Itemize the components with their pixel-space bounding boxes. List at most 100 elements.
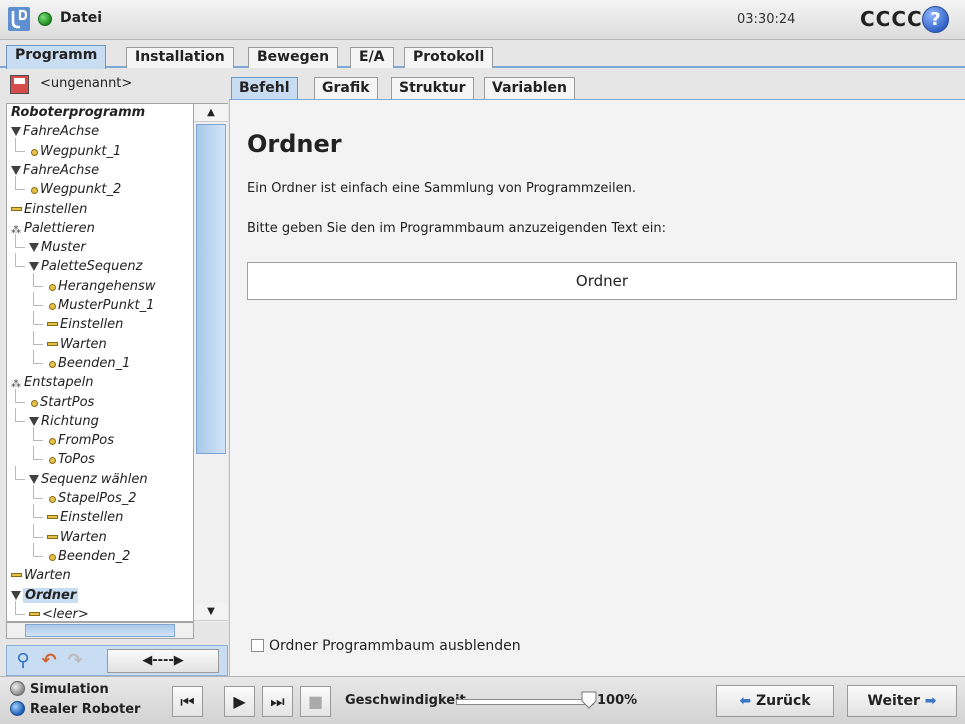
skip-back-icon: ⏮ <box>180 692 195 711</box>
sub-tab-bar: Befehl Grafik Struktur Variablen <box>229 76 965 101</box>
waypoint-icon <box>31 400 38 407</box>
clock: 03:30:24 <box>737 12 796 27</box>
speed-slider[interactable] <box>456 699 594 705</box>
scrollbar-thumb[interactable] <box>196 124 226 454</box>
pallet-icon: ⁂ <box>11 225 21 236</box>
scroll-up-icon[interactable]: ▲ <box>194 104 228 122</box>
move-node-button[interactable]: ◀----▶ <box>107 649 219 673</box>
speed-slider-handle[interactable] <box>581 691 597 709</box>
tree-node-label: Wegpunkt_1 <box>40 144 122 159</box>
tab-ea[interactable]: E/A <box>350 47 394 68</box>
undo-icon[interactable]: ↶ <box>37 649 61 673</box>
step-forward-button[interactable]: ⏭ <box>262 686 293 717</box>
tree-node-label: Wegpunkt_2 <box>40 182 122 197</box>
tree-node[interactable]: Wegpunkt_1 <box>15 138 122 161</box>
play-icon: ▶ <box>233 692 246 711</box>
hide-folder-checkbox[interactable]: Ordner Programmbaum ausblenden <box>251 638 521 654</box>
triangle-icon <box>29 262 39 271</box>
tree-connector <box>33 350 43 364</box>
tree-node[interactable]: Warten <box>33 524 107 547</box>
real-robot-radio[interactable]: Realer Roboter <box>10 701 140 717</box>
tree-node[interactable]: Warten <box>11 566 71 585</box>
search-icon[interactable]: ⚲ <box>11 649 35 673</box>
tree-node[interactable]: Wegpunkt_2 <box>15 176 122 199</box>
simulation-radio[interactable]: Simulation <box>10 681 109 697</box>
tree-node[interactable]: Herangehensw <box>33 273 155 296</box>
checkbox-label: Ordner Programmbaum ausblenden <box>269 638 521 654</box>
bar-icon <box>11 573 22 577</box>
tree-node[interactable]: FromPos <box>33 427 114 450</box>
tree-horizontal-scrollbar[interactable] <box>6 622 194 639</box>
tree-connector <box>33 485 43 499</box>
main-tab-bar: Programm Installation Bewegen E/A Protok… <box>0 41 965 69</box>
tree-node[interactable]: Muster <box>15 234 86 257</box>
checkbox-icon[interactable] <box>251 639 264 652</box>
speed-label: Geschwindigkeit <box>345 693 466 708</box>
page-title: Ordner <box>247 130 342 158</box>
folder-name-field[interactable]: Ordner <box>247 262 957 300</box>
tree-node[interactable]: PaletteSequenz <box>15 253 142 276</box>
bar-icon <box>11 207 22 211</box>
tree-vertical-scrollbar[interactable]: ▲ ▼ <box>193 104 228 622</box>
tree-node[interactable]: StartPos <box>15 389 94 412</box>
waypoint-icon <box>49 496 56 503</box>
save-icon[interactable] <box>10 75 29 94</box>
radio-icon[interactable] <box>10 681 25 696</box>
tree-connector <box>33 427 43 441</box>
tree-node[interactable]: Einstellen <box>33 504 123 527</box>
tree-node[interactable]: Roboterprogramm <box>11 104 146 122</box>
tab-grafik[interactable]: Grafik <box>314 77 378 99</box>
triangle-icon <box>11 591 21 600</box>
tree-node-label: Ordner <box>23 588 79 603</box>
help-icon[interactable]: ? <box>922 6 949 33</box>
tree-node-label: Roboterprogramm <box>11 105 146 120</box>
tree-connector <box>33 331 43 345</box>
scrollbar-thumb[interactable] <box>25 624 175 637</box>
tree-node[interactable]: Warten <box>33 331 107 354</box>
tree-node-label: StapelPos_2 <box>58 491 137 506</box>
tree-node[interactable]: ToPos <box>33 446 95 469</box>
tab-befehl[interactable]: Befehl <box>231 77 298 99</box>
waypoint-icon <box>49 284 56 291</box>
tree-node[interactable]: <leer> <box>15 601 89 621</box>
bar-icon <box>47 342 58 346</box>
redo-icon[interactable]: ↷ <box>63 649 87 673</box>
play-button[interactable]: ▶ <box>224 686 255 717</box>
tab-programm[interactable]: Programm <box>6 45 107 69</box>
tree-node-label: ToPos <box>58 452 95 467</box>
file-menu[interactable]: Datei <box>60 10 102 26</box>
tab-struktur[interactable]: Struktur <box>391 77 474 99</box>
pallet-icon: ⁂ <box>11 379 21 390</box>
tab-bewegen[interactable]: Bewegen <box>248 47 339 68</box>
speed-value: 100% <box>597 693 638 708</box>
tab-variablen[interactable]: Variablen <box>484 77 575 99</box>
scroll-down-icon[interactable]: ▼ <box>194 603 228 621</box>
waypoint-icon <box>31 149 38 156</box>
tree-node[interactable]: Einstellen <box>11 200 87 219</box>
skip-back-button[interactable]: ⏮ <box>172 686 203 717</box>
triangle-icon <box>29 417 39 426</box>
tree-node[interactable]: Beenden_1 <box>33 350 130 373</box>
tree-connector <box>15 389 25 403</box>
tree-node[interactable]: MusterPunkt_1 <box>33 292 155 315</box>
footer-bar: Simulation Realer Roboter ⏮ ▶ ⏭ ■ Geschw… <box>0 676 965 724</box>
tree-node[interactable]: Sequenz wählen <box>15 466 148 489</box>
tree-connector <box>33 292 43 306</box>
tree-node-label: Sequenz wählen <box>41 472 148 487</box>
tree-node-label: Einstellen <box>60 317 124 332</box>
tree-node-label: Muster <box>41 240 86 255</box>
tree-node-label: Warten <box>60 530 107 545</box>
next-button[interactable]: Weiter ➡ <box>847 685 957 717</box>
radio-icon[interactable] <box>10 701 25 716</box>
tree-node[interactable]: Beenden_2 <box>33 543 130 566</box>
tree-node[interactable]: StapelPos_2 <box>33 485 137 508</box>
tab-installation[interactable]: Installation <box>126 47 234 68</box>
arrow-left-icon: ⬅ <box>739 693 752 709</box>
tab-protokoll[interactable]: Protokoll <box>404 47 494 68</box>
back-button[interactable]: ⬅ Zurück <box>716 685 834 717</box>
title-bar: Datei 03:30:24 CCCC ? <box>0 0 965 40</box>
tree-node[interactable]: Einstellen <box>33 311 124 334</box>
stop-button[interactable]: ■ <box>300 686 331 717</box>
robot-name: CCCC <box>860 7 923 31</box>
tree-node-label: MusterPunkt_1 <box>58 298 155 313</box>
